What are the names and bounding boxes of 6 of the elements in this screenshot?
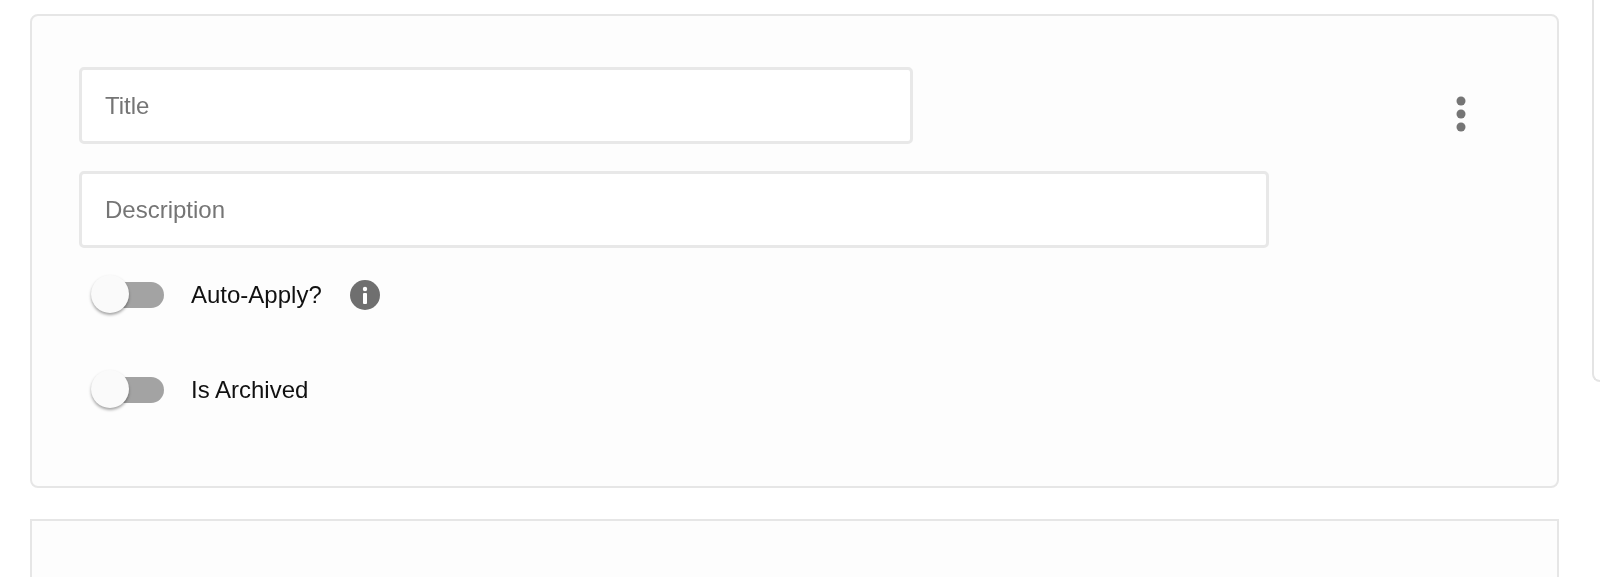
description-field[interactable]: Description: [79, 171, 1269, 248]
more-options-icon[interactable]: [1455, 96, 1467, 132]
toggle-label: Is Archived: [191, 376, 309, 404]
info-icon[interactable]: [349, 280, 380, 310]
title-field[interactable]: Title: [79, 67, 913, 144]
toggle-label: Auto-Apply?: [191, 281, 322, 309]
